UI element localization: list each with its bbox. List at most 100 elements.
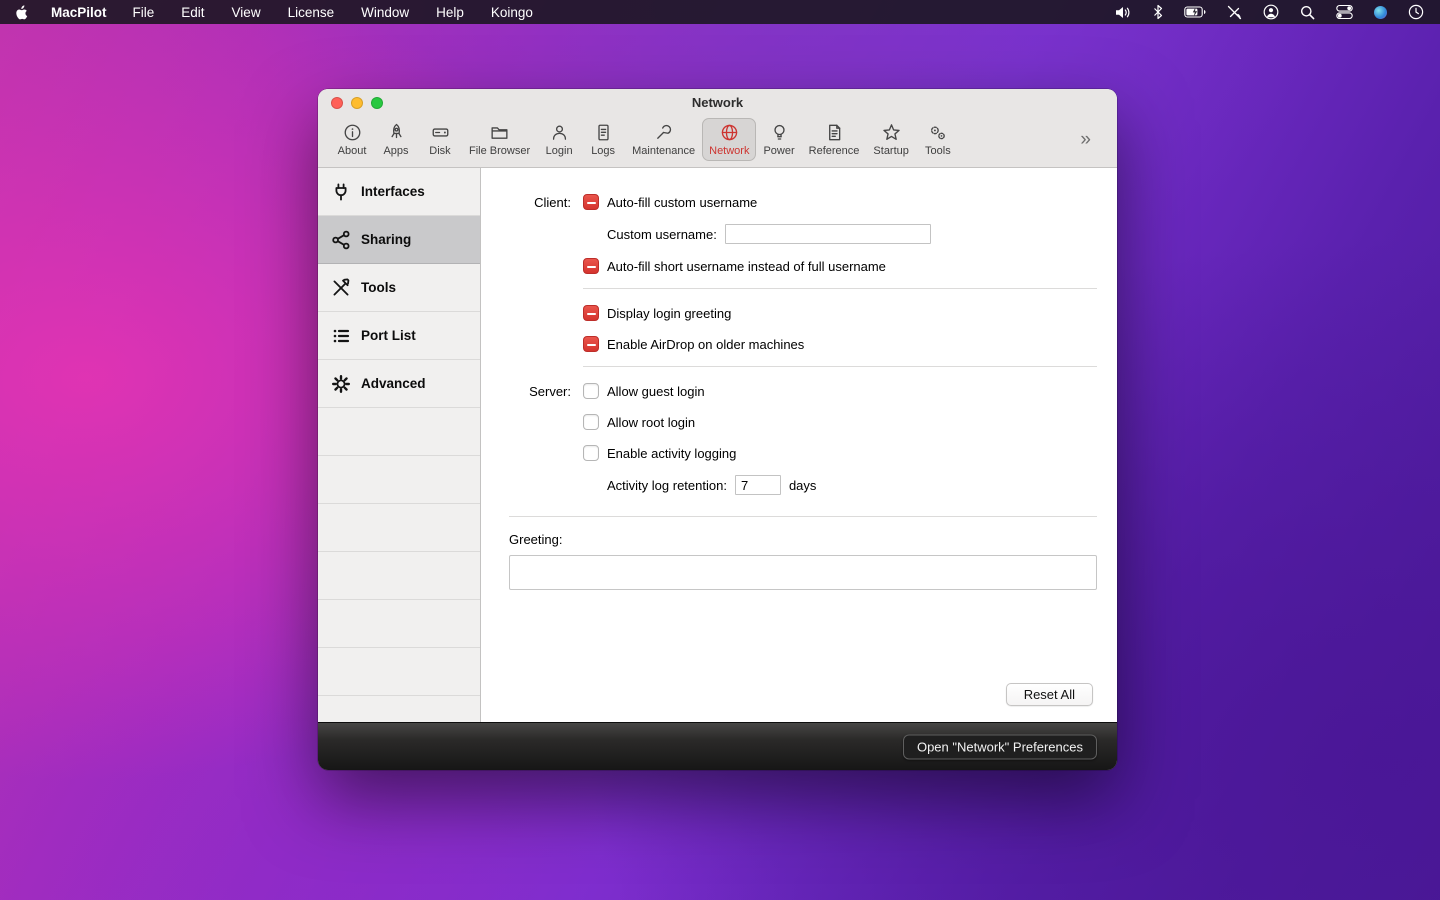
toolbar-item-label: Reference	[809, 145, 860, 157]
sidebar-item-tools[interactable]: Tools	[318, 264, 480, 312]
rocket-icon	[386, 122, 407, 143]
retention-row: Activity log retention: days	[607, 475, 1097, 495]
menubar-status-icons	[1115, 4, 1424, 20]
pencil-slash-icon[interactable]	[1227, 5, 1242, 20]
menu-bar: MacPilot File Edit View License Window H…	[0, 0, 1440, 24]
toolbar-item-network[interactable]: Network	[702, 118, 756, 161]
zoom-button[interactable]	[371, 97, 383, 109]
autofill-short-checkbox[interactable]	[583, 258, 599, 274]
retention-input[interactable]	[735, 475, 781, 495]
custom-username-input[interactable]	[725, 224, 931, 244]
title-bar[interactable]: Network	[318, 89, 1117, 116]
greeting-label: Greeting:	[509, 532, 1097, 547]
apple-icon	[16, 4, 31, 21]
close-button[interactable]	[331, 97, 343, 109]
menu-view[interactable]: View	[232, 5, 261, 20]
greeting-input[interactable]	[509, 555, 1097, 590]
plug-icon	[330, 181, 352, 203]
book-icon	[824, 122, 845, 143]
gears-icon	[927, 122, 948, 143]
toolbar-item-label: Logs	[591, 145, 615, 157]
client-section-label: Client:	[509, 193, 571, 382]
toolbar-item-label: File Browser	[469, 145, 530, 157]
retention-suffix: days	[789, 478, 816, 493]
menu-help[interactable]: Help	[436, 5, 464, 20]
toolbar-item-power[interactable]: Power	[756, 118, 801, 161]
toolbar-item-label: Tools	[925, 145, 951, 157]
sidebar-empty-row	[318, 504, 480, 552]
share-nodes-icon	[330, 229, 352, 251]
menu-window[interactable]: Window	[361, 5, 409, 20]
retention-label: Activity log retention:	[607, 478, 727, 493]
clock-icon[interactable]	[1408, 4, 1424, 20]
sidebar-empty-row	[318, 552, 480, 600]
sidebar-item-label: Advanced	[361, 376, 426, 391]
sidebar-item-advanced[interactable]: Advanced	[318, 360, 480, 408]
open-network-preferences-button[interactable]: Open "Network" Preferences	[903, 734, 1097, 759]
app-status-dot-icon[interactable]	[1374, 6, 1387, 19]
sidebar-item-label: Port List	[361, 328, 416, 343]
server-section-label: Server:	[509, 382, 571, 508]
custom-username-label: Custom username:	[607, 227, 717, 242]
allow-root-checkbox[interactable]	[583, 414, 599, 430]
enable-airdrop-checkbox[interactable]	[583, 336, 599, 352]
toolbar-item-maintenance[interactable]: Maintenance	[625, 118, 702, 161]
search-icon[interactable]	[1300, 5, 1315, 20]
server-section: Server: Allow guest login Allow root log…	[509, 382, 1097, 508]
allow-root-label: Allow root login	[607, 415, 695, 430]
sidebar-item-port-list[interactable]: Port List	[318, 312, 480, 360]
autofill-custom-checkbox[interactable]	[583, 194, 599, 210]
wrench-icon	[653, 122, 674, 143]
autofill-short-row: Auto-fill short username instead of full…	[583, 257, 1097, 275]
display-greeting-checkbox[interactable]	[583, 305, 599, 321]
toolbar-item-tools[interactable]: Tools	[916, 118, 960, 161]
autofill-custom-row: Auto-fill custom username	[583, 193, 1097, 211]
traffic-lights	[331, 89, 383, 116]
menu-edit[interactable]: Edit	[181, 5, 204, 20]
reset-all-button[interactable]: Reset All	[1006, 683, 1093, 706]
toolbar-item-label: Login	[546, 145, 573, 157]
sidebar: Interfaces Sharing Tools Port List	[318, 168, 481, 722]
volume-icon[interactable]	[1115, 6, 1132, 19]
toolbar-item-reference[interactable]: Reference	[802, 118, 867, 161]
hammer-wrench-icon	[330, 277, 352, 299]
battery-icon[interactable]	[1184, 6, 1206, 18]
sidebar-empty-row	[318, 408, 480, 456]
toolbar-item-apps[interactable]: Apps	[374, 118, 418, 161]
activity-logging-row: Enable activity logging	[583, 444, 1097, 462]
lightbulb-icon	[769, 122, 790, 143]
toolbar-item-label: Maintenance	[632, 145, 695, 157]
toolbar-item-login[interactable]: Login	[537, 118, 581, 161]
sidebar-item-label: Interfaces	[361, 184, 425, 199]
allow-guest-checkbox[interactable]	[583, 383, 599, 399]
control-center-icon[interactable]	[1336, 4, 1353, 20]
sidebar-item-label: Tools	[361, 280, 396, 295]
toolbar-item-startup[interactable]: Startup	[866, 118, 915, 161]
sidebar-item-sharing[interactable]: Sharing	[318, 216, 480, 264]
info-icon	[342, 122, 363, 143]
disk-icon	[430, 122, 451, 143]
globe-icon	[719, 122, 740, 143]
toolbar-item-logs[interactable]: Logs	[581, 118, 625, 161]
window-header: Network About Apps Disk	[318, 89, 1117, 168]
toolbar-item-file-browser[interactable]: File Browser	[462, 118, 537, 161]
minimize-button[interactable]	[351, 97, 363, 109]
sidebar-item-label: Sharing	[361, 232, 411, 247]
display-greeting-row: Display login greeting	[583, 304, 1097, 322]
divider	[583, 366, 1097, 367]
menu-koingo[interactable]: Koingo	[491, 5, 533, 20]
toolbar-item-about[interactable]: About	[330, 118, 374, 161]
bluetooth-icon[interactable]	[1153, 4, 1163, 20]
menu-license[interactable]: License	[288, 5, 335, 20]
toolbar-item-disk[interactable]: Disk	[418, 118, 462, 161]
toolbar-item-label: Startup	[873, 145, 908, 157]
toolbar-item-label: About	[338, 145, 367, 157]
user-icon[interactable]	[1263, 4, 1279, 20]
apple-menu[interactable]	[16, 4, 31, 21]
activity-logging-checkbox[interactable]	[583, 445, 599, 461]
menubar-app-name[interactable]: MacPilot	[51, 5, 107, 20]
menu-file[interactable]: File	[133, 5, 155, 20]
sidebar-item-interfaces[interactable]: Interfaces	[318, 168, 480, 216]
toolbar-overflow-chevron[interactable]: »	[1074, 129, 1091, 151]
client-section: Client: Auto-fill custom username Custom…	[509, 193, 1097, 382]
